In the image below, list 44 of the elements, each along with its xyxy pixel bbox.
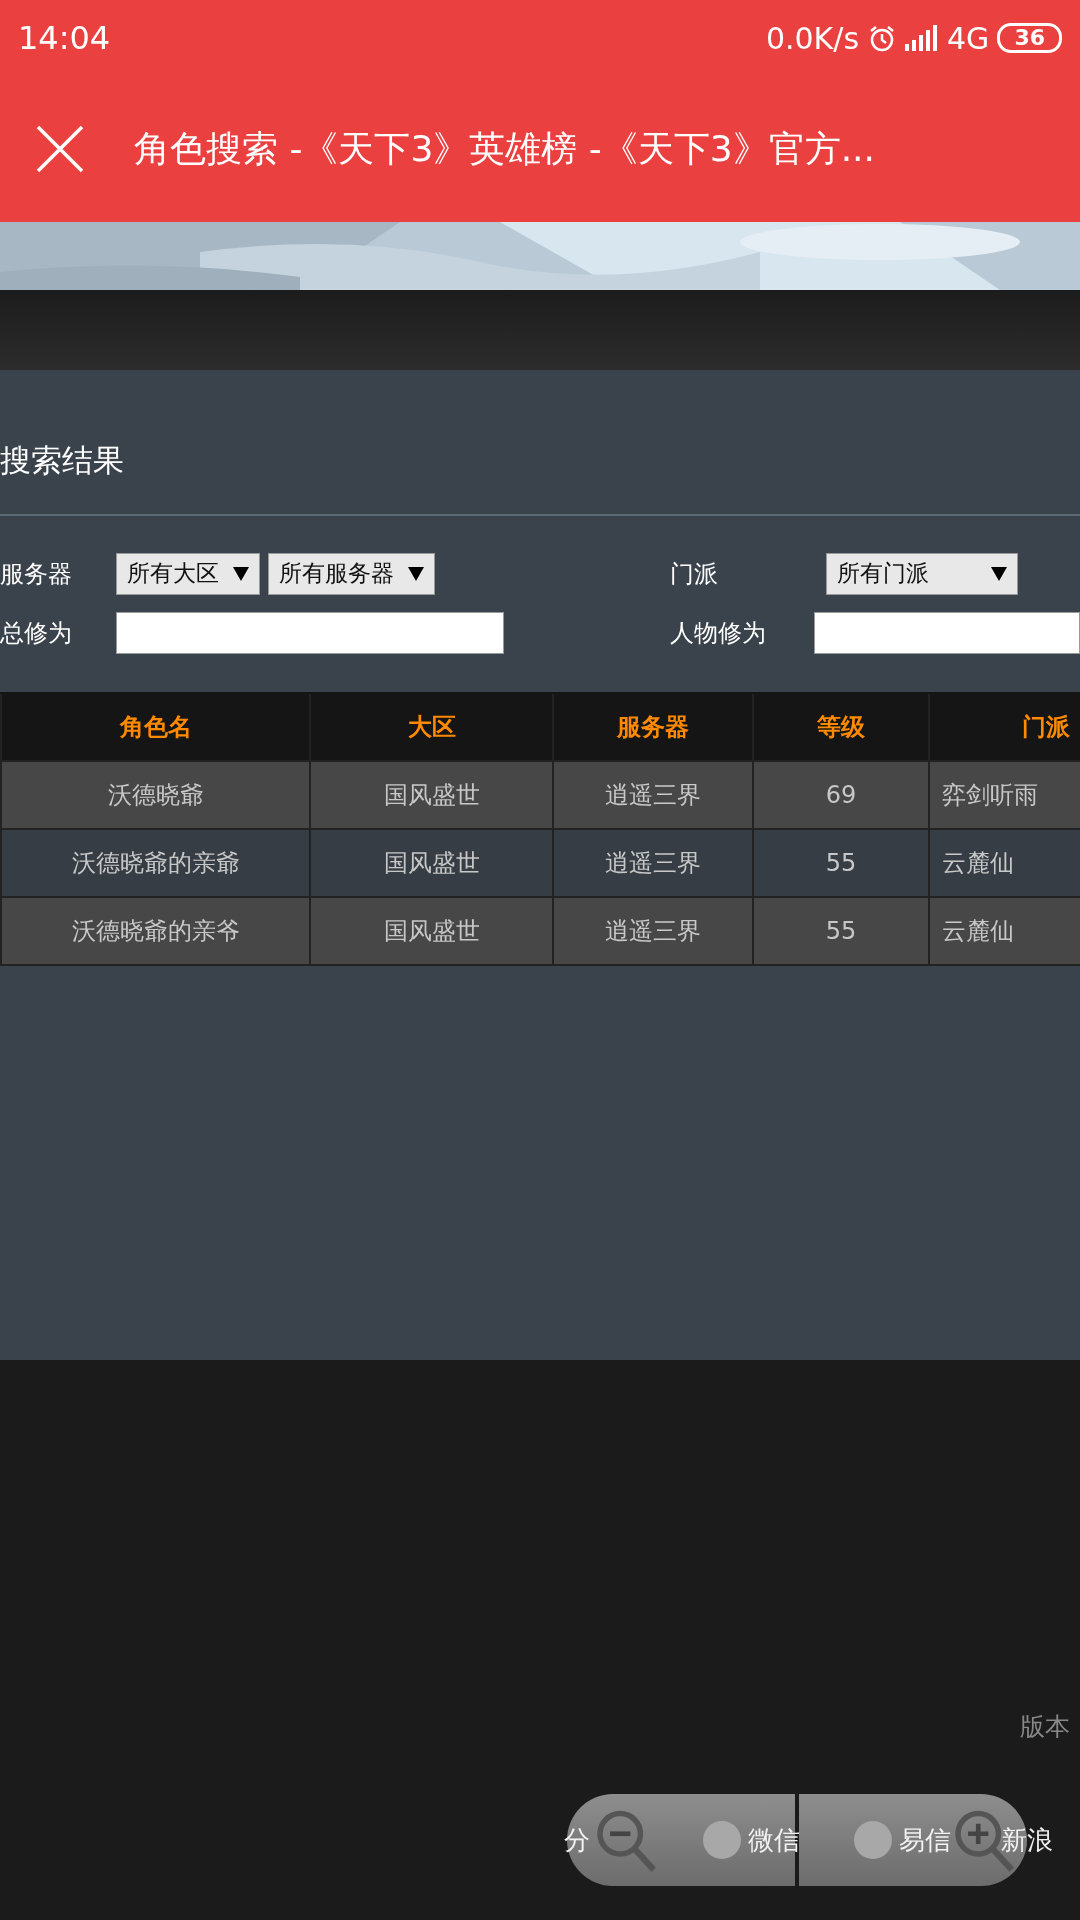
table-cell: 55 — [754, 898, 930, 964]
network-speed: 0.0K/s — [765, 20, 860, 56]
zoom-in-button[interactable] — [799, 1794, 1027, 1886]
caret-icon — [233, 566, 249, 581]
table-cell: 逍遥三界 — [554, 762, 754, 828]
table-cell-text: 弈剑听雨 — [941, 780, 1039, 811]
table-cell: 国风盛世 — [311, 898, 554, 964]
close-icon[interactable] — [36, 125, 84, 173]
page-title: 角色搜索 -《天下3》英雄榜 -《天下3》官方... — [134, 126, 875, 171]
status-time: 14:04 — [18, 19, 111, 57]
table-cell: 国风盛世 — [311, 762, 554, 828]
network-type: 4G — [947, 20, 990, 56]
table-cell: 沃德晓爺 — [0, 762, 311, 828]
battery-indicator: 36 — [997, 23, 1062, 53]
dropdown[interactable]: 所有门派 — [826, 552, 1018, 595]
dropdown[interactable]: 所有服务器 — [268, 552, 435, 595]
table-cell: 沃德晓爺的亲爷 — [0, 898, 311, 964]
column-header: 角色名 — [0, 694, 311, 760]
table-cell-text: 云麓仙 — [941, 848, 1015, 879]
filter-label: 总修为 — [0, 617, 73, 649]
table-cell: 逍遥三界 — [554, 830, 754, 896]
version-text: 版本 — [1020, 1711, 1070, 1743]
table-cell: 55 — [754, 830, 930, 896]
table-cell: 国风盛世 — [311, 830, 554, 896]
filter-label: 人物修为 — [670, 617, 766, 649]
column-header: 服务器 — [554, 694, 754, 760]
input-field[interactable] — [116, 611, 504, 654]
table-cell-text: 云麓仙 — [941, 916, 1015, 947]
filter-label: 服务器 — [0, 558, 73, 590]
caret-icon — [991, 566, 1007, 581]
dropdown[interactable]: 所有大区 — [116, 552, 260, 595]
share-link[interactable]: 新浪 — [1001, 1822, 1053, 1858]
column-header: 门派 — [1021, 712, 1071, 743]
section-heading: 搜索结果 — [0, 441, 125, 480]
column-header: 等级 — [754, 694, 930, 760]
table-cell: 69 — [754, 762, 930, 828]
table-cell: 逍遥三界 — [554, 898, 754, 964]
column-header: 大区 — [311, 694, 554, 760]
signal-icon — [905, 25, 940, 51]
share-link[interactable]: 易信 — [899, 1822, 951, 1858]
table-cell: 沃德晓爺的亲爺 — [0, 830, 311, 896]
caret-icon — [408, 566, 424, 581]
input-field[interactable] — [814, 611, 1080, 654]
filter-label: 门派 — [670, 558, 719, 590]
